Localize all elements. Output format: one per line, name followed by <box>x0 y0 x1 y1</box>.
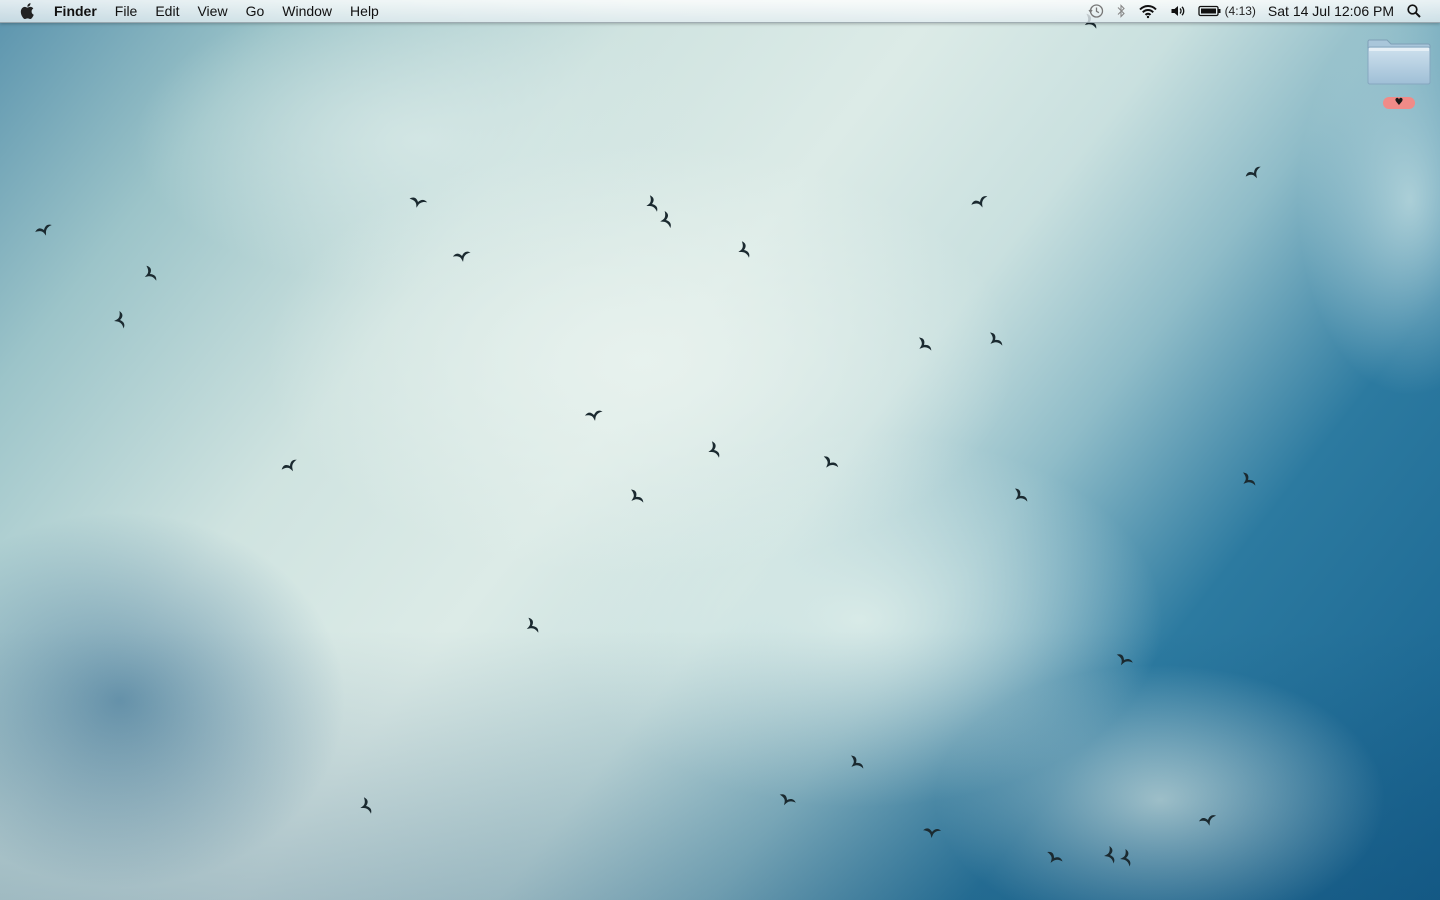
bird-silhouette <box>144 265 157 281</box>
desktop-folder[interactable] <box>1366 34 1432 86</box>
bird-silhouette <box>823 456 839 468</box>
bird-silhouette <box>918 337 932 351</box>
menu-app-finder[interactable]: Finder <box>54 0 106 22</box>
bird-silhouette <box>630 489 644 503</box>
menu-help[interactable]: Help <box>341 0 388 22</box>
bird-silhouette <box>779 794 796 806</box>
bird-silhouette <box>850 755 864 769</box>
wifi-icon[interactable] <box>1138 0 1158 22</box>
battery-time-remaining: (4:13) <box>1224 4 1256 18</box>
bird-silhouette <box>971 196 988 208</box>
bird-silhouette <box>360 797 372 814</box>
bird-silhouette <box>1047 851 1063 863</box>
bird-silhouette <box>409 197 428 208</box>
menu-edit[interactable]: Edit <box>146 0 188 22</box>
battery-icon <box>1197 5 1221 17</box>
menu-bar: Finder File Edit View Go Window Help (4:… <box>0 0 1440 23</box>
bird-silhouette <box>738 241 750 258</box>
bird-silhouette <box>114 310 125 329</box>
apple-menu-icon[interactable] <box>18 0 38 22</box>
bird-silhouette <box>1120 848 1131 867</box>
bird-silhouette <box>660 211 671 229</box>
bird-silhouette <box>923 828 942 838</box>
desktop-wallpaper <box>0 0 1440 900</box>
bird-silhouette <box>1242 472 1256 486</box>
bird-silhouette <box>1245 166 1261 179</box>
bird-silhouette <box>452 251 471 262</box>
bird-silhouette <box>35 224 52 236</box>
spotlight-search-icon[interactable] <box>1406 0 1422 22</box>
folder-name-label[interactable]: ♥ <box>1383 97 1415 109</box>
bird-silhouette <box>1199 815 1217 826</box>
menu-clock[interactable]: Sat 14 Jul 12:06 PM <box>1268 3 1394 19</box>
bluetooth-icon[interactable] <box>1116 0 1126 22</box>
time-machine-icon[interactable] <box>1088 0 1104 22</box>
bird-silhouette <box>584 410 603 421</box>
menu-view[interactable]: View <box>188 0 236 22</box>
bird-silhouette <box>526 617 539 633</box>
bird-silhouette <box>281 459 297 472</box>
bird-silhouette <box>708 441 720 458</box>
bird-silhouette <box>989 332 1003 346</box>
menu-window[interactable]: Window <box>273 0 341 22</box>
bird-silhouette <box>1116 654 1133 666</box>
bird-silhouette <box>1104 845 1115 864</box>
volume-icon[interactable] <box>1170 0 1186 22</box>
battery-status[interactable]: (4:13) <box>1197 0 1256 22</box>
folder-icon <box>1367 39 1431 85</box>
bird-silhouette <box>1014 488 1028 502</box>
menu-file[interactable]: File <box>106 0 147 22</box>
menu-go[interactable]: Go <box>237 0 274 22</box>
